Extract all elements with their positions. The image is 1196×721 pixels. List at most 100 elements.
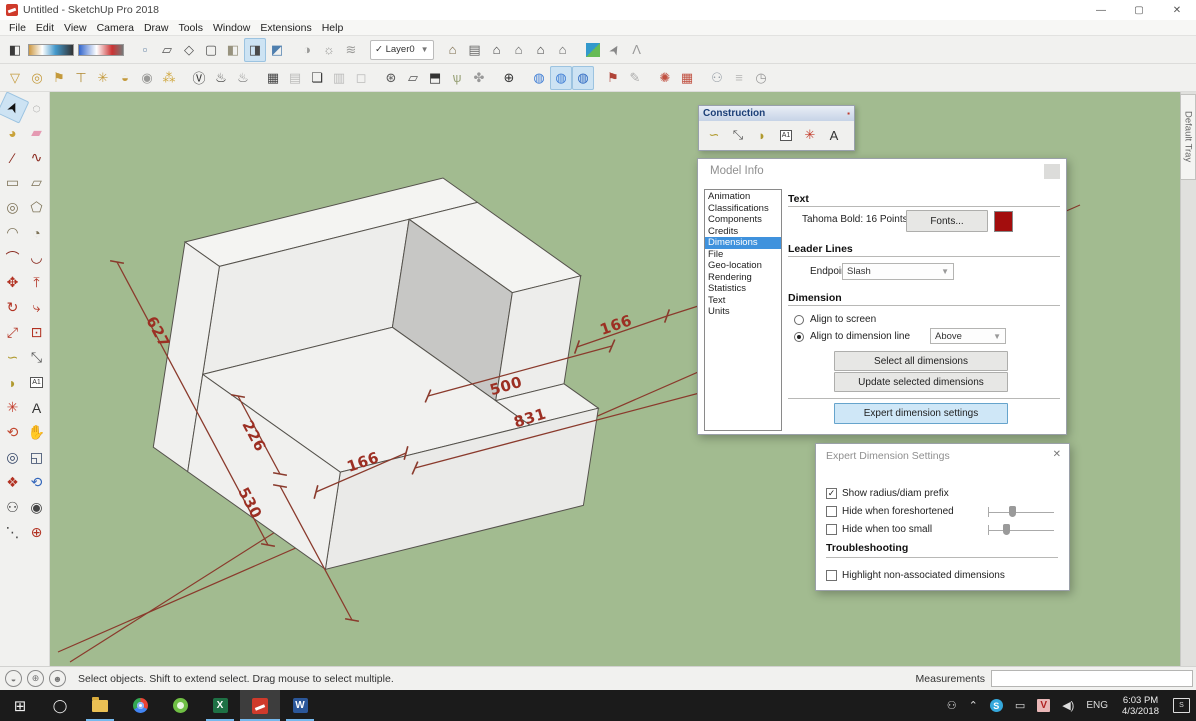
- expert-dimension-settings-button[interactable]: Expert dimension settings: [834, 403, 1008, 424]
- tape-measure-tool[interactable]: ∽: [1, 345, 25, 370]
- construction-close-icon[interactable]: ▪: [847, 109, 850, 118]
- compass-tool[interactable]: ⊕: [498, 66, 520, 90]
- model-info-item-classifications[interactable]: Classifications: [705, 203, 781, 215]
- sandbox-dome-icon[interactable]: ◒: [114, 66, 136, 90]
- camera-iso-view-icon[interactable]: ⌂: [442, 38, 464, 62]
- freehand-tool[interactable]: ∿: [25, 145, 49, 170]
- maximize-button[interactable]: ▢: [1120, 0, 1158, 20]
- highlight-non-associated-checkbox[interactable]: [826, 570, 837, 581]
- slider-thumb-1[interactable]: [1009, 506, 1016, 517]
- pen-gray-icon[interactable]: ✎: [624, 66, 646, 90]
- default-tray-tab[interactable]: Default Tray: [1180, 94, 1196, 180]
- eraser-tool[interactable]: ▰: [25, 120, 49, 145]
- pie-tool[interactable]: ◔: [25, 220, 49, 245]
- photo-pane-icon[interactable]: ▥: [328, 66, 350, 90]
- checkbox-1[interactable]: [826, 506, 837, 517]
- zoom-previous-tool[interactable]: ⟲: [25, 470, 49, 495]
- x-ray-style-icon[interactable]: ▫: [134, 38, 156, 62]
- text-color-swatch[interactable]: [994, 211, 1013, 232]
- dimension-tool[interactable]: ⤡: [25, 345, 49, 370]
- model-info-item-statistics[interactable]: Statistics: [705, 283, 781, 295]
- wireframe-style-icon[interactable]: ◇: [178, 38, 200, 62]
- lasso-tool[interactable]: ◌: [25, 95, 49, 120]
- 3d-text-icon[interactable]: A: [822, 123, 846, 147]
- leaf-tool[interactable]: ✤: [468, 66, 490, 90]
- checkbox-0[interactable]: ✓: [826, 488, 837, 499]
- chevron-up-icon[interactable]: ⌃: [969, 699, 978, 712]
- shadow-toggle-icon[interactable]: ☼: [318, 38, 340, 62]
- checkbox-2[interactable]: [826, 524, 837, 535]
- fog-toggle-icon[interactable]: ≋: [340, 38, 362, 62]
- model-info-item-dimensions[interactable]: Dimensions: [705, 237, 781, 249]
- geolocation-globe-2-icon[interactable]: ◍: [550, 66, 572, 90]
- protractor-tool[interactable]: ◗: [1, 370, 25, 395]
- tape-measure-icon[interactable]: ∽: [702, 123, 726, 147]
- line-tool[interactable]: ∕: [1, 145, 25, 170]
- clock[interactable]: 6:03 PM 4/3/2018: [1122, 695, 1159, 717]
- camera-front-view-icon[interactable]: ⌂: [486, 38, 508, 62]
- endpoints-dropdown[interactable]: Slash▼: [842, 263, 954, 280]
- gradient-strip-1-icon[interactable]: [28, 44, 74, 56]
- update-selected-dimensions-button[interactable]: Update selected dimensions: [834, 372, 1008, 392]
- model-info-item-text[interactable]: Text: [705, 295, 781, 307]
- polygon-tool[interactable]: ⬠: [25, 195, 49, 220]
- menu-help[interactable]: Help: [317, 22, 349, 34]
- rectangle-tool[interactable]: ▭: [1, 170, 25, 195]
- fonts-button[interactable]: Fonts...: [906, 210, 988, 232]
- cube-tool[interactable]: ▱: [402, 66, 424, 90]
- align-to-screen-radio[interactable]: [794, 315, 804, 325]
- 3d-text-tool[interactable]: A: [25, 395, 49, 420]
- monochrome-style-icon[interactable]: ◩: [266, 38, 288, 62]
- cortana-button[interactable]: ◯: [40, 690, 80, 721]
- arc-tool[interactable]: ◠: [1, 220, 25, 245]
- slider-2[interactable]: [988, 524, 1054, 536]
- dimension-icon[interactable]: ⤡: [726, 123, 750, 147]
- hidden-line-style-icon[interactable]: ▢: [200, 38, 222, 62]
- shaded-style-icon[interactable]: ◧: [222, 38, 244, 62]
- model-info-item-credits[interactable]: Credits: [705, 226, 781, 238]
- camera-left-view-icon[interactable]: ⌂: [552, 38, 574, 62]
- geolocation-globe-3-icon[interactable]: ◍: [572, 66, 594, 90]
- account-status-icon[interactable]: ☻: [49, 670, 66, 687]
- sandbox-torus-icon[interactable]: ◎: [26, 66, 48, 90]
- model-info-item-file[interactable]: File: [705, 249, 781, 261]
- sandbox-funnel-icon[interactable]: ▽: [4, 66, 26, 90]
- styles-box-icon[interactable]: ◧: [4, 38, 26, 62]
- coccoc-browser[interactable]: [160, 690, 200, 721]
- language-indicator[interactable]: ENG: [1086, 700, 1108, 711]
- levels-gray-icon[interactable]: ≡: [728, 66, 750, 90]
- align-position-dropdown[interactable]: Above▼: [930, 328, 1006, 344]
- export-cube-icon[interactable]: ⬒: [424, 66, 446, 90]
- zoom-window-tool[interactable]: ◱: [25, 445, 49, 470]
- shaded-textures-style-icon[interactable]: ◨: [244, 38, 266, 62]
- align-to-dimension-line-radio[interactable]: [794, 332, 804, 342]
- model-info-item-components[interactable]: Components: [705, 214, 781, 226]
- menu-view[interactable]: View: [59, 22, 92, 34]
- zoom-extents-tool[interactable]: ❖: [1, 470, 25, 495]
- gear-red-icon[interactable]: ✺: [654, 66, 676, 90]
- v-app-icon[interactable]: V: [1037, 699, 1050, 712]
- slider-thumb-2[interactable]: [1003, 524, 1010, 535]
- menu-file[interactable]: File: [4, 22, 31, 34]
- model-info-item-units[interactable]: Units: [705, 306, 781, 318]
- protractor-icon[interactable]: ◗: [750, 123, 774, 147]
- text-tool[interactable]: A1: [25, 370, 49, 395]
- skype-icon[interactable]: S: [990, 699, 1003, 712]
- geolocation-globe-1-icon[interactable]: ◍: [528, 66, 550, 90]
- look-around-tool[interactable]: ◉: [25, 495, 49, 520]
- gradient-strip-2-icon[interactable]: [78, 44, 124, 56]
- word[interactable]: W: [280, 690, 320, 721]
- pan-tool[interactable]: ✋: [25, 420, 49, 445]
- two-point-arc-tool[interactable]: ⌒: [1, 245, 25, 270]
- axes-icon[interactable]: ✳: [798, 123, 822, 147]
- close-icon[interactable]: ✕: [1053, 449, 1061, 460]
- menu-extensions[interactable]: Extensions: [255, 22, 316, 34]
- camera-back-view-icon[interactable]: ⌂: [530, 38, 552, 62]
- select-all-dimensions-button[interactable]: Select all dimensions: [834, 351, 1008, 371]
- start-button[interactable]: ⊞: [0, 690, 40, 721]
- material-sample-icon[interactable]: [586, 43, 600, 57]
- position-camera-tool[interactable]: ⚇: [1, 495, 25, 520]
- vray-render-teapot-icon[interactable]: ♨: [210, 66, 232, 90]
- model-info-item-animation[interactable]: Animation: [705, 191, 781, 203]
- paint-bucket-tool[interactable]: ◕: [1, 120, 25, 145]
